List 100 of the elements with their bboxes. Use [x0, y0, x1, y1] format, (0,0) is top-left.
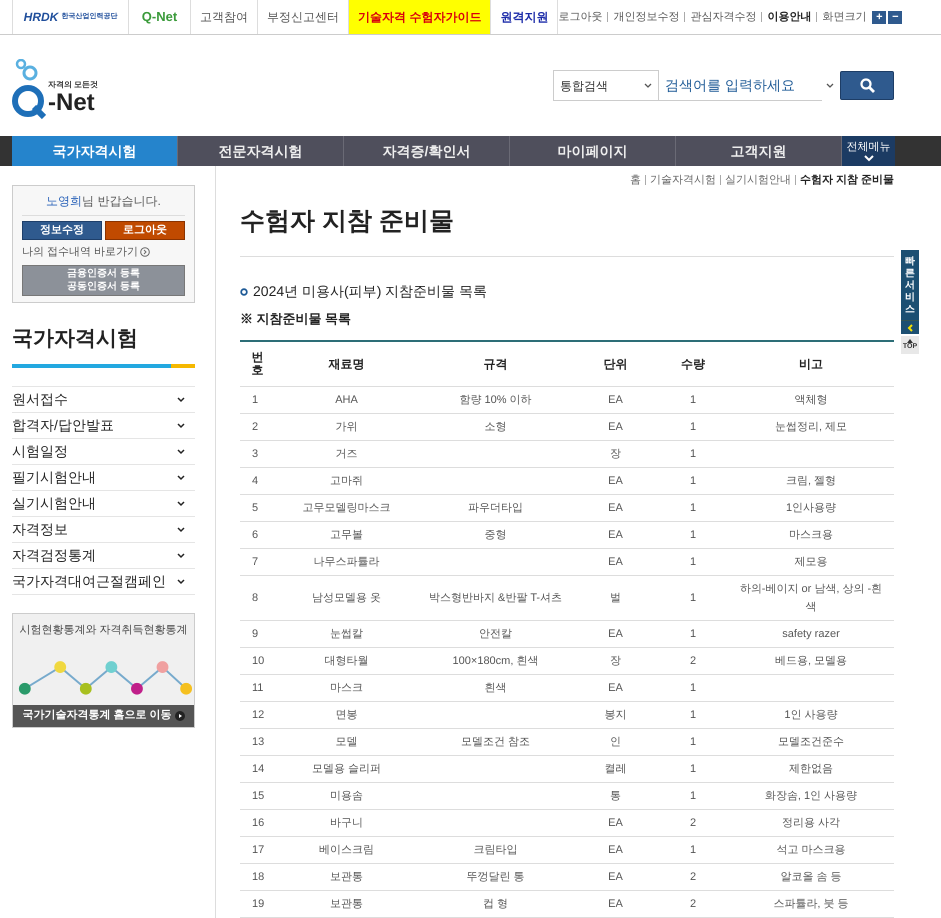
breadcrumb-link[interactable]: 실기시험안내	[724, 172, 791, 188]
search-field[interactable]: 검색어를 입력하세요	[659, 70, 822, 101]
statistics-banner[interactable]: 시험현황통계와 자격취득현황통계 국가기술자격통계 홈으로 이동	[12, 613, 195, 728]
sidebar-menu-item[interactable]: 실기시험안내	[12, 491, 195, 517]
sidebar-menu-item[interactable]: 국가자격대여근절캠페인	[12, 569, 195, 595]
table-cell: 하의-베이지 or 남색, 상의 -흰색	[740, 583, 882, 613]
table-cell: 2	[690, 871, 696, 883]
table-cell: 모델조건준수	[778, 736, 844, 748]
table-cell: 박스형반바지 &반팔 T-셔츠	[428, 592, 562, 604]
table-cell: 2	[690, 898, 696, 910]
sidebar-menu-item[interactable]: 합격자/답안발표	[12, 413, 195, 439]
table-cell: EA	[608, 529, 623, 541]
account-button[interactable]: 정보수정	[22, 221, 102, 240]
table-cell: 모델용 슬리퍼	[312, 763, 382, 775]
nav-tab[interactable]: 자격증/확인서	[344, 136, 510, 166]
table-cell: 17	[252, 844, 264, 856]
sidebar-menu-item[interactable]: 원서접수	[12, 387, 195, 413]
table-cell: 안전칼	[479, 628, 512, 640]
utility-link[interactable]: 이용안내	[767, 8, 812, 26]
table-cell: 10	[252, 655, 264, 667]
quick-service-tab[interactable]: 빠른서비스	[901, 250, 919, 320]
banner-link[interactable]: 국가기술자격통계 홈으로 이동	[13, 704, 194, 726]
breadcrumb-link[interactable]: 기술자격시험	[650, 172, 716, 188]
table-cell: 눈썹정리, 제모	[774, 421, 848, 433]
utility-link[interactable]: 개인정보수정	[613, 8, 680, 26]
search-scope-dropdown[interactable]: 통합검색	[553, 70, 659, 101]
table-cell: 6	[252, 529, 258, 541]
table-cell: 통	[610, 790, 621, 802]
table-cell: 18	[252, 871, 264, 883]
table-cell: 모델	[336, 736, 358, 748]
table-cell: 1	[690, 394, 696, 406]
table-cell: EA	[608, 898, 623, 910]
collapse-handle[interactable]	[901, 320, 919, 334]
nav-tab[interactable]: 전문자격시험	[178, 136, 344, 166]
table-cell: 장	[610, 448, 621, 460]
table-cell: 1인 사용량	[784, 709, 838, 721]
table-cell: 파우더타입	[468, 502, 523, 514]
table-cell: EA	[608, 475, 623, 487]
breadcrumb-link[interactable]: 홈	[630, 172, 641, 188]
table-cell: 1	[690, 736, 696, 748]
table-cell: 15	[252, 790, 264, 802]
breadcrumb-link[interactable]: 수험자 지참 준비물	[800, 172, 894, 188]
table-cell: 중형	[484, 529, 506, 541]
table-cell: 석고 마스크용	[776, 844, 846, 856]
table-cell: 면봉	[336, 709, 358, 721]
table-cell: 3	[252, 448, 258, 460]
arrow-circle-icon	[140, 247, 150, 258]
banner-title: 시험현황통계와 자격취득현황통계	[18, 623, 189, 638]
utility-link[interactable]: 로그아웃	[558, 8, 602, 26]
table-cell: 1	[690, 556, 696, 568]
page-title: 수험자 지참 준비물	[240, 202, 894, 257]
play-circle-icon	[174, 710, 185, 720]
history-link[interactable]: 나의 접수내역 바로가기	[22, 244, 185, 260]
search-icon	[860, 78, 874, 93]
sidebar-menu-item[interactable]: 시험일정	[12, 439, 195, 465]
table-cell: 16	[252, 817, 264, 829]
chevron-down-icon	[644, 83, 652, 88]
nav-tab[interactable]: 마이페이지	[510, 136, 676, 166]
table-cell: 7	[252, 556, 258, 568]
top-link[interactable]: 원격지원	[490, 0, 558, 34]
utility-link[interactable]: 화면크기	[822, 8, 866, 26]
all-menu-button[interactable]: 전체메뉴	[842, 136, 895, 166]
table-cell: 알코올 솜 등	[780, 871, 842, 883]
top-link[interactable]: 기술자격 수험자가이드	[348, 0, 490, 34]
column-header: 재료명	[275, 340, 418, 386]
table-cell: safety razer	[782, 628, 840, 640]
table-cell: EA	[608, 817, 623, 829]
table-cell: 1	[690, 529, 696, 541]
table-cell: 2	[690, 817, 696, 829]
column-header: 수량	[658, 340, 728, 386]
table-cell: 고마쥐	[330, 475, 363, 487]
table-cell: EA	[608, 844, 623, 856]
sidebar-menu-item[interactable]: 필기시험안내	[12, 465, 195, 491]
table-cell: 1	[252, 394, 258, 406]
table-cell: EA	[608, 682, 623, 694]
table-cell: 2	[690, 655, 696, 667]
greeting-text: 노영희 님 반갑습니다.	[22, 192, 185, 216]
table-cell: 2	[252, 421, 258, 433]
zoom-button[interactable]: −	[888, 10, 902, 24]
chevron-down-icon	[864, 154, 874, 162]
sidebar-menu-item[interactable]: 자격검정통계	[12, 543, 195, 569]
column-header: 단위	[573, 340, 658, 386]
column-header: 번호	[240, 340, 275, 386]
chevron-left-icon	[906, 324, 914, 332]
table-cell: 남성모델용 옷	[312, 592, 382, 604]
bullet-icon	[240, 288, 248, 296]
table-cell: EA	[608, 421, 623, 433]
table-cell: 제모용	[794, 556, 828, 568]
table-cell: 모델조건 참조	[460, 736, 530, 748]
sidebar-menu-item[interactable]: 자격정보	[12, 517, 195, 543]
table-cell: 미용솜	[330, 790, 363, 802]
utility-link[interactable]: 관심자격수정	[690, 8, 756, 26]
table-cell: EA	[608, 628, 623, 640]
search-button[interactable]	[840, 71, 894, 100]
account-button[interactable]: 로그아웃	[105, 221, 185, 240]
table-cell: 보관통	[330, 898, 363, 910]
zoom-button[interactable]: +	[872, 10, 886, 24]
nav-tab[interactable]: 국가자격시험	[12, 136, 178, 166]
logo[interactable]: 자격의 모든것 -Net	[12, 50, 112, 120]
table-cell: EA	[608, 871, 623, 883]
